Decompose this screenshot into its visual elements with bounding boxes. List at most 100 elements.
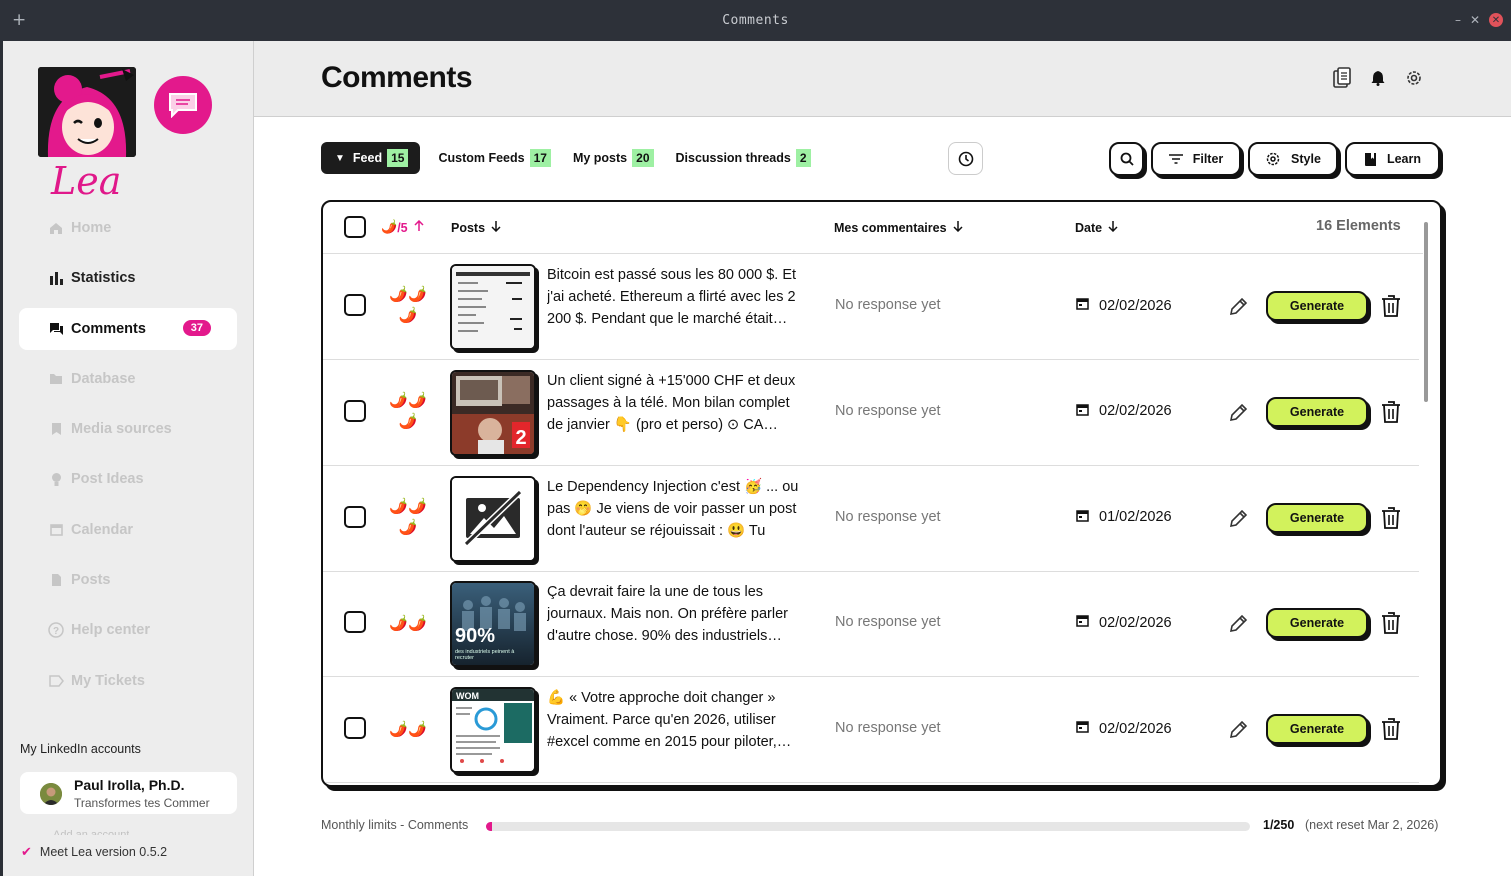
trash-icon[interactable] [1381,611,1403,637]
post-text[interactable]: Le Dependency Injection c'est 🥳 ... ou p… [547,476,809,542]
trash-icon[interactable] [1381,294,1403,320]
post-text[interactable]: Un client signé à +15'000 CHF et deux pa… [547,370,809,436]
chili-score: 🌶️🌶️ [389,614,427,633]
tab-count: 17 [529,149,551,167]
sidebar-item-database[interactable]: Database [19,358,237,400]
posts-column-header[interactable]: Posts [451,220,501,235]
table-row[interactable]: 🌶️🌶️ 🌶️ Bitcoin est passé sous les 80 000 … [323,254,1419,360]
close-icon[interactable]: ✕ [1489,13,1503,27]
feed-tabs: ▼ Feed 15 Custom Feeds 17 My posts 20 Di… [321,142,815,174]
account-subtitle: Transformes tes Commer [74,796,210,810]
filter-button[interactable]: Filter [1151,142,1241,176]
sidebar-item-statistics[interactable]: Statistics [19,257,237,299]
tab-my-posts[interactable]: My posts 20 [569,142,658,174]
post-thumbnail[interactable]: 2 [450,369,536,456]
comment-response: No response yet [835,402,941,419]
sidebar-item-help-center[interactable]: ? Help center [19,609,237,651]
avatar [40,783,62,805]
posts-header-label: Posts [451,220,486,235]
generate-button[interactable]: Generate [1266,608,1368,639]
chat-bubble-icon[interactable] [154,76,212,134]
tab-feed[interactable]: ▼ Feed 15 [321,142,421,174]
generate-button[interactable]: Generate [1266,714,1368,745]
table-row[interactable]: 🌶️🌶️ 🌶️ Le Dependency Injection c'est 🥳 ..… [323,466,1419,572]
table-row[interactable]: 🌶️🌶️ 90% des industriels peinent à recrute… [323,571,1419,678]
table-row[interactable]: 🌶️🌶️ WOM 💪 « Votre approche doit changer »… [323,677,1419,784]
limit-reset-text: (next reset Mar 2, 2026) [1305,818,1439,832]
clipboard-icon[interactable] [1331,67,1353,89]
scrollbar[interactable] [1424,222,1428,402]
trash-icon[interactable] [1381,717,1403,743]
new-window-icon[interactable]: + [12,10,26,30]
sidebar-item-label: Comments [71,320,146,337]
minimize-icon[interactable]: – [1455,13,1461,27]
trash-icon[interactable] [1381,400,1403,426]
edit-pencil-icon[interactable] [1227,508,1249,530]
sidebar-item-posts[interactable]: Posts [19,559,237,601]
help-icon: ? [47,622,65,639]
settings-icon[interactable] [1403,67,1425,89]
sort-up-icon [414,219,424,235]
date-column-header[interactable]: Date [1075,220,1118,235]
add-account-link[interactable]: Add an account [53,829,129,835]
row-checkbox[interactable] [344,505,366,528]
sidebar-item-home[interactable]: Home [19,207,237,249]
select-all-checkbox[interactable] [344,216,366,238]
sidebar-item-media-sources[interactable]: Media sources [19,408,237,450]
trash-icon[interactable] [1381,506,1403,532]
progress-fill [486,822,493,831]
post-text[interactable]: Ça devrait faire la une de tous les jour… [547,581,809,647]
sidebar-item-my-tickets[interactable]: My Tickets [19,660,237,702]
learn-button[interactable]: Learn [1345,142,1440,176]
style-button[interactable]: Style [1248,142,1338,176]
tab-custom-feeds[interactable]: Custom Feeds 17 [434,142,555,174]
chili-icon: 🌶️ [381,220,398,235]
edit-pencil-icon[interactable] [1227,613,1249,635]
folder-icon [47,373,65,385]
post-thumbnail[interactable]: 90% des industriels peinent à recruter [450,581,536,668]
window-titlebar: + Comments – ✕ ✕ [0,0,1511,41]
sidebar-item-label: Statistics [71,270,136,287]
row-checkbox[interactable] [344,399,366,422]
edit-pencil-icon[interactable] [1227,296,1249,318]
post-thumbnail[interactable]: WOM [450,687,536,774]
row-checkbox[interactable] [344,717,366,740]
sidebar-item-post-ideas[interactable]: Post Ideas [19,458,237,500]
lightbulb-icon [47,472,65,487]
tab-label: My posts [572,151,628,165]
tab-label: Discussion threads [675,151,791,165]
generate-button[interactable]: Generate [1266,291,1368,321]
thumbnail-stat-label: 90% [455,625,496,648]
search-button[interactable] [1109,142,1144,176]
score-column-header[interactable]: 🌶️/5 [381,219,424,235]
sidebar-item-label: Database [71,370,136,387]
edit-pencil-icon[interactable] [1227,402,1249,424]
window-controls: – ✕ ✕ [1455,13,1503,27]
generate-button[interactable]: Generate [1266,396,1368,427]
table-row[interactable]: 🌶️🌶️ 🌶️ 2 Un client signé à +15'000 CHF et … [323,360,1419,466]
bell-icon[interactable] [1367,67,1389,89]
tab-label: Custom Feeds [438,151,525,165]
edit-pencil-icon[interactable] [1227,719,1249,741]
post-date: 02/02/2026 [1076,403,1172,420]
generate-button[interactable]: Generate [1266,502,1368,533]
post-text[interactable]: 💪 « Votre approche doit changer » Vraime… [547,687,809,753]
linkedin-account-card[interactable]: Paul Irolla, Ph.D. Transformes tes Comme… [20,772,237,814]
post-thumbnail[interactable] [450,264,536,350]
maximize-icon[interactable]: ✕ [1470,13,1480,27]
sidebar-nav: Home Statistics Comments 37 Database Med… [19,207,237,710]
post-thumbnail[interactable] [450,475,536,562]
row-checkbox[interactable] [344,611,366,634]
sidebar-item-calendar[interactable]: Calendar [19,509,237,551]
history-button[interactable] [948,142,983,175]
app-window: Lea Home Statistics Comments 37 Database… [3,41,1511,876]
comments-column-header[interactable]: Mes commentaires [834,220,963,235]
search-icon [1120,152,1134,166]
monthly-limits-label: Monthly limits - Comments [321,818,469,832]
score-label: /5 [397,220,408,235]
post-text[interactable]: Bitcoin est passé sous les 80 000 $. Et … [547,264,809,330]
svg-text:?: ? [53,626,59,637]
tab-discussion-threads[interactable]: Discussion threads 2 [672,142,815,174]
row-checkbox[interactable] [344,294,366,316]
sidebar-item-comments[interactable]: Comments 37 [19,307,237,350]
